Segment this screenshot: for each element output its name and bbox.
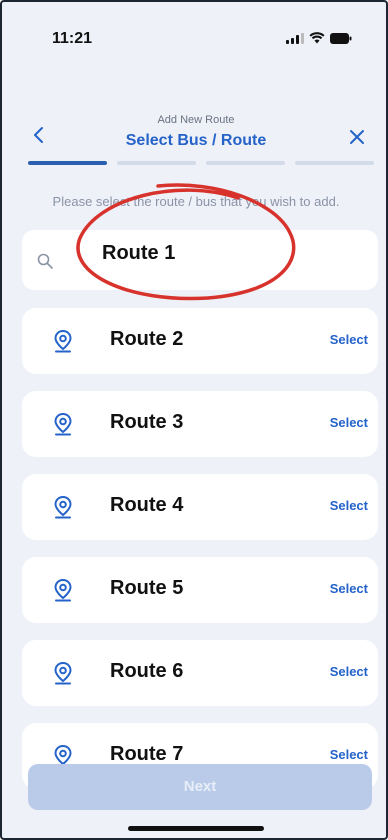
page-title: Select Bus / Route — [125, 132, 267, 149]
route-label: Route 2 — [110, 328, 184, 350]
route-pin-icon — [44, 405, 82, 443]
progress-step-1 — [28, 161, 107, 165]
select-button[interactable]: Select — [330, 415, 368, 430]
search-input[interactable]: Route 1 — [22, 230, 378, 290]
header-subtitle: Add New Route — [157, 114, 235, 126]
route-pin-icon — [44, 488, 82, 526]
phone-screen: 11:21 Add New Route Select Bus / Route P… — [10, 8, 382, 836]
route-label: Route 7 — [110, 743, 184, 765]
list-item[interactable]: Route 6 Select — [22, 640, 378, 706]
progress-step-2 — [117, 161, 196, 165]
wifi-icon — [309, 32, 325, 44]
status-time: 11:21 — [52, 30, 93, 47]
list-item[interactable]: Route 2 Select — [22, 308, 378, 374]
route-pin-icon — [44, 322, 82, 360]
route-pin-icon — [44, 654, 82, 692]
list-item[interactable]: Route 3 Select — [22, 391, 378, 457]
search-value: Route 1 — [102, 242, 176, 264]
instruction-text: Please select the route / bus that you w… — [52, 194, 340, 209]
select-button[interactable]: Select — [330, 747, 368, 762]
screenshot-frame: 11:21 Add New Route Select Bus / Route P… — [0, 0, 388, 840]
progress-step-4 — [295, 161, 374, 165]
signal-icon — [286, 32, 304, 44]
status-icons — [286, 32, 352, 44]
step-progress — [28, 161, 374, 165]
search-icon — [37, 253, 53, 269]
list-item[interactable]: Route 5 Select — [22, 557, 378, 623]
select-button[interactable]: Select — [330, 498, 368, 513]
route-label: Route 4 — [110, 494, 184, 516]
progress-step-3 — [206, 161, 285, 165]
route-label: Route 5 — [110, 577, 184, 599]
select-button[interactable]: Select — [330, 332, 368, 347]
route-label: Route 6 — [110, 660, 184, 682]
home-indicator — [128, 826, 264, 831]
list-item[interactable]: Route 4 Select — [22, 474, 378, 540]
next-button[interactable]: Next — [28, 764, 372, 810]
route-pin-icon — [44, 571, 82, 609]
close-icon[interactable] — [346, 126, 368, 148]
route-label: Route 3 — [110, 411, 184, 433]
battery-icon — [330, 32, 352, 44]
select-button[interactable]: Select — [330, 664, 368, 679]
select-button[interactable]: Select — [330, 581, 368, 596]
